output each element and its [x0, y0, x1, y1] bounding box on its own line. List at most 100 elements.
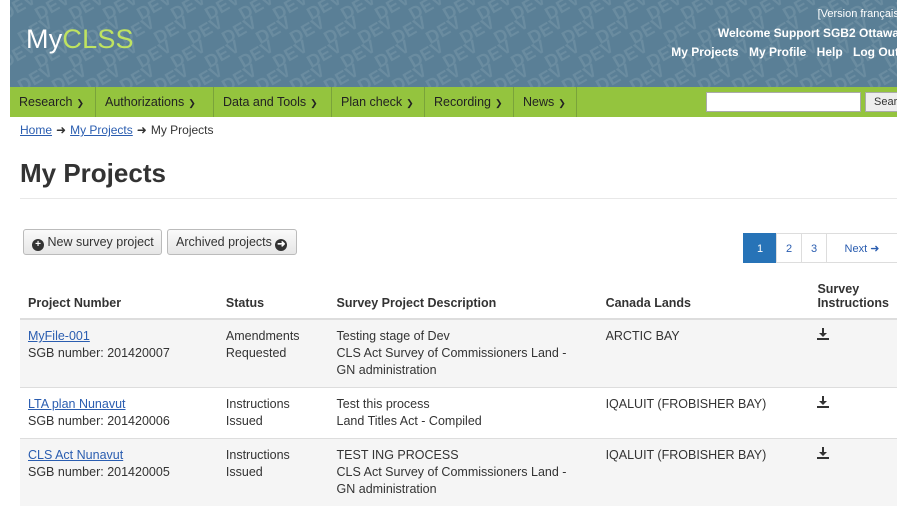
status-line: Issued — [225, 465, 263, 479]
nav-data-tools-label: Data and Tools — [223, 95, 307, 109]
description-cell: Testing stage of Dev CLS Act Survey of Co… — [328, 318, 598, 388]
project-link[interactable]: MyFile-001 — [28, 329, 90, 343]
status-cell: Amendments Requested — [217, 318, 329, 388]
search-input[interactable] — [706, 92, 861, 112]
col-project-number: Project Number — [20, 282, 218, 320]
next-page-label: Next — [844, 243, 868, 255]
projects-table: Project Number Status Survey Project Des… — [20, 282, 897, 506]
chevron-down-icon: ❯ — [558, 98, 566, 108]
instructions-cell — [809, 318, 897, 388]
instructions-cell — [809, 438, 897, 506]
status-cell: Instructions Issued — [217, 387, 329, 439]
status-line: Requested — [225, 346, 287, 360]
plus-circle-icon: + — [32, 239, 44, 251]
description-cell: Test this process Land Titles Act - Compi… — [328, 387, 598, 439]
description-line: CLS Act Survey of Commissioners Land - — [336, 465, 567, 479]
project-number-cell: MyFile-001 SGB number: 201420007 — [20, 318, 218, 388]
sgb-number: SGB number: 201420007 — [28, 346, 170, 360]
status-line: Amendments — [225, 329, 300, 343]
page-1-link[interactable]: 1 — [743, 233, 777, 263]
sgb-number: SGB number: 201420006 — [28, 414, 170, 428]
canada-lands-cell: IQALUIT (FROBISHER BAY) — [597, 387, 810, 439]
new-survey-project-label: New survey project — [47, 235, 154, 249]
description-line: TEST ING PROCESS — [336, 448, 459, 462]
nav-recording-label: Recording — [434, 95, 491, 109]
page-3-link[interactable]: 3 — [801, 233, 827, 263]
logo-my-text: My — [26, 24, 63, 54]
canada-lands-cell: IQALUIT (FROBISHER BAY) — [597, 438, 810, 506]
arrow-right-icon: ➜ — [136, 123, 147, 137]
nav-plan-check[interactable]: Plan check ❯ — [332, 87, 425, 117]
my-profile-link[interactable]: My Profile — [749, 45, 806, 59]
new-survey-project-button[interactable]: + New survey project — [23, 229, 162, 255]
title-divider — [20, 198, 897, 199]
chevron-down-icon: ❯ — [310, 98, 318, 108]
my-projects-link[interactable]: My Projects — [671, 45, 738, 59]
project-number-cell: LTA plan Nunavut SGB number: 201420006 — [20, 387, 218, 439]
archived-projects-label: Archived projects — [176, 235, 272, 249]
status-line: Issued — [225, 414, 263, 428]
table-row: LTA plan Nunavut SGB number: 201420006 In… — [20, 387, 897, 439]
status-cell: Instructions Issued — [217, 438, 329, 506]
help-link[interactable]: Help — [817, 45, 843, 59]
description-line: CLS Act Survey of Commissioners Land - — [336, 346, 567, 360]
chevron-down-icon: ❯ — [76, 98, 85, 108]
nav-data-and-tools[interactable]: Data and Tools ❯ — [214, 87, 332, 117]
nav-research[interactable]: Research ❯ — [10, 87, 96, 117]
nav-recording[interactable]: Recording ❯ — [425, 87, 514, 117]
language-toggle-link[interactable]: [Version française — [818, 8, 897, 20]
description-line: Land Titles Act - Compiled — [336, 414, 482, 428]
nav-news-label: News — [523, 95, 555, 109]
table-row: CLS Act Nunavut SGB number: 201420005 Ins… — [20, 438, 897, 506]
chevron-down-icon: ❯ — [494, 98, 503, 108]
chevron-down-icon: ❯ — [406, 98, 414, 108]
next-page-link[interactable]: Next ➜ — [826, 233, 897, 263]
nav-authorizations[interactable]: Authorizations ❯ — [96, 87, 214, 117]
download-icon[interactable] — [817, 396, 830, 413]
breadcrumb: Home ➜ My Projects ➜ My Projects — [20, 123, 214, 137]
chevron-down-icon: ❯ — [188, 98, 196, 108]
table-header-row: Project Number Status Survey Project Des… — [20, 282, 897, 320]
col-survey-instructions: Survey Instructions — [809, 282, 897, 320]
arrow-right-circle-icon: ➜ — [275, 239, 288, 251]
breadcrumb-home-link[interactable]: Home — [20, 123, 52, 137]
archived-projects-button[interactable]: Archived projects ➜ — [167, 229, 297, 255]
pagination: 1 2 3 Next ➜ — [743, 233, 897, 263]
breadcrumb-my-projects-link[interactable]: My Projects — [70, 123, 133, 137]
col-description: Survey Project Description — [328, 282, 598, 320]
description-line: Testing stage of Dev — [336, 329, 450, 343]
description-line: Test this process — [336, 397, 430, 411]
nav-authorizations-label: Authorizations — [105, 95, 185, 109]
nav-plan-check-label: Plan check — [341, 95, 403, 109]
log-out-link[interactable]: Log Out — [853, 45, 897, 59]
project-link[interactable]: CLS Act Nunavut — [28, 448, 123, 462]
arrow-right-icon: ➜ — [870, 243, 880, 255]
status-line: Instructions — [225, 448, 290, 462]
sgb-number: SGB number: 201420005 — [28, 465, 170, 479]
description-line: GN administration — [336, 482, 437, 496]
search-button[interactable]: Search — [865, 92, 897, 112]
canada-lands-cell: ARCTIC BAY — [597, 318, 810, 388]
nav-news[interactable]: News ❯ — [514, 87, 577, 117]
status-line: Instructions — [225, 397, 290, 411]
logo-clss-text: CLSS — [62, 24, 134, 54]
download-icon[interactable] — [817, 328, 830, 345]
table-row: MyFile-001 SGB number: 201420007 Amendmen… — [20, 318, 897, 388]
description-line: GN administration — [336, 363, 437, 377]
project-link[interactable]: LTA plan Nunavut — [28, 397, 126, 411]
main-nav-bar: Research ❯ Authorizations ❯ Data and Tools… — [10, 87, 897, 117]
page-2-link[interactable]: 2 — [776, 233, 802, 263]
site-header: DEV DEV DEV DEV DEV DEV DEV DEV DEV DEV DEV DEV DEV D… — [10, 0, 897, 87]
page-title: My Projects — [20, 158, 166, 188]
col-status: Status — [217, 282, 329, 320]
download-icon[interactable] — [817, 447, 830, 464]
description-cell: TEST ING PROCESS CLS Act Survey of Commis… — [328, 438, 598, 506]
user-links: My Projects My Profile Help Log Out — [664, 45, 897, 59]
col-canada-lands: Canada Lands — [597, 282, 810, 320]
arrow-right-icon: ➜ — [56, 123, 67, 137]
nav-research-label: Research — [19, 95, 73, 109]
site-logo[interactable]: MyCLSS — [26, 24, 134, 55]
instructions-cell — [809, 387, 897, 439]
project-number-cell: CLS Act Nunavut SGB number: 201420005 — [20, 438, 218, 506]
welcome-message: Welcome Support SGB2 Ottawa — [717, 26, 897, 40]
